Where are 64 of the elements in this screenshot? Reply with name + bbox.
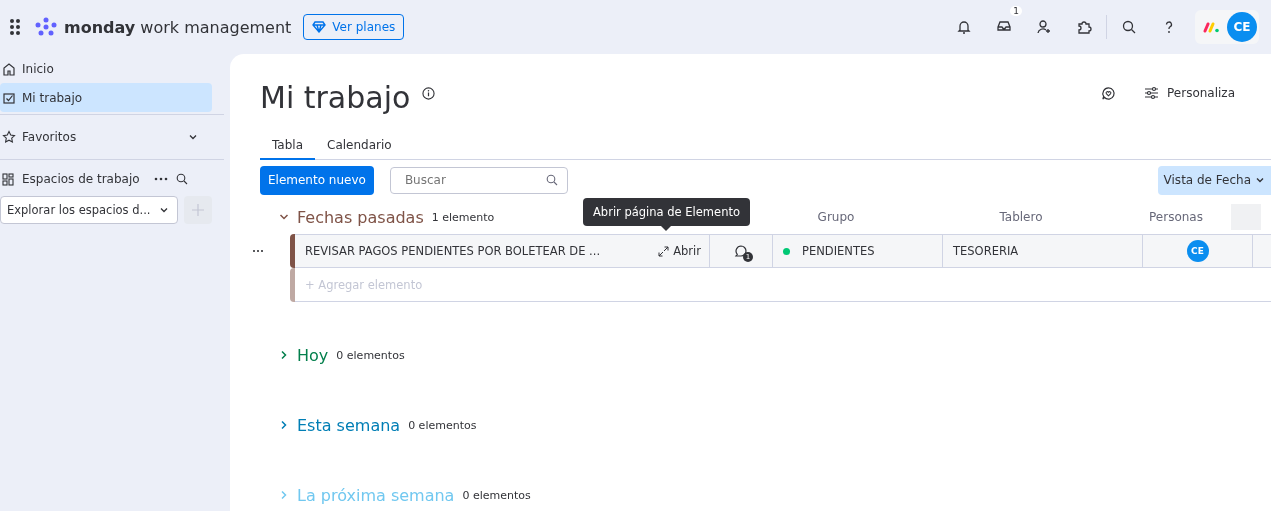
open-item-button[interactable]: Abrir — [658, 244, 701, 258]
group-count: 0 elementos — [462, 488, 531, 502]
logo-icon — [34, 17, 58, 37]
date-view-button[interactable]: Vista de Fecha — [1157, 165, 1271, 195]
feedback-icon[interactable] — [1101, 85, 1116, 101]
sidebar-label: Mi trabajo — [22, 90, 83, 105]
plans-button[interactable]: Ver planes — [303, 14, 405, 40]
workspaces-icon — [2, 172, 14, 186]
sidebar-item[interactable]: Inicio — [0, 54, 212, 83]
column-header: Grupo — [816, 210, 856, 224]
inbox-badge: 1 — [1010, 5, 1022, 16]
group-title[interactable]: Esta semana — [297, 415, 401, 435]
workspace-dropdown[interactable]: Explorar los espacios d... — [0, 196, 178, 224]
expand-icon — [658, 245, 670, 257]
notifications-icon[interactable] — [956, 19, 972, 35]
dropdown-value: Explorar los espacios d... — [7, 203, 151, 217]
more-icon[interactable] — [153, 177, 168, 181]
new-item-button[interactable]: Elemento nuevo — [260, 165, 374, 195]
plus-icon — [191, 203, 205, 217]
workspaces-title: Espacios de trabajo — [22, 172, 140, 186]
sidebar-item[interactable]: Mi trabajo — [0, 83, 212, 112]
group-title[interactable]: Fechas pasadas — [297, 207, 424, 227]
item-name: REVISAR PAGOS PENDIENTES POR BOLETEAR DE ... — [295, 234, 633, 268]
group-count: 0 elementos — [336, 348, 405, 362]
chevron-icon — [1255, 175, 1265, 185]
view-tab[interactable]: Tabla — [260, 132, 315, 160]
page-title: Mi trabajo — [260, 79, 411, 115]
chevron-icon — [188, 132, 198, 142]
tooltip-pointer-icon — [661, 226, 672, 231]
column-header: Tablero — [998, 210, 1044, 224]
apps-grid-icon[interactable] — [10, 18, 20, 36]
tooltip: Abrir página de Elemento — [583, 198, 750, 231]
comment-icon[interactable] — [733, 243, 749, 259]
diamond-icon — [312, 21, 327, 33]
favorites-item[interactable]: Favoritos — [0, 117, 212, 157]
checkbox-icon — [2, 90, 16, 105]
group-count: 1 elemento — [431, 210, 495, 224]
column-header: Personas — [1148, 210, 1204, 224]
search-icon[interactable] — [175, 173, 188, 185]
chevron-icon[interactable] — [279, 420, 289, 430]
info-icon[interactable] — [422, 86, 436, 100]
person-avatar: CE — [1186, 240, 1209, 262]
more-icon[interactable] — [252, 249, 264, 253]
brand-name: monday work management — [64, 17, 292, 37]
chevron-icon — [159, 205, 169, 215]
view-tab[interactable]: Calendario — [315, 132, 404, 160]
customize-button[interactable]: Personaliza — [1138, 85, 1241, 101]
puzzle-icon[interactable] — [1076, 19, 1092, 35]
star-icon — [2, 130, 16, 144]
home-icon — [2, 61, 16, 76]
group-count: 0 elementos — [408, 418, 477, 432]
chevron-icon[interactable] — [279, 350, 289, 360]
sliders-icon — [1144, 86, 1159, 100]
sidebar-label: Inicio — [22, 61, 54, 76]
brand-mark-icon — [1203, 21, 1221, 33]
group-title[interactable]: Hoy — [297, 345, 329, 365]
search-icon — [545, 173, 558, 186]
invite-user-icon[interactable] — [1036, 19, 1052, 35]
sidebar-label: Favoritos — [22, 130, 77, 144]
search-icon[interactable] — [1121, 19, 1137, 35]
group-name: PENDIENTES — [802, 244, 875, 258]
search-field[interactable]: Buscar — [389, 166, 568, 194]
board-name: TESORERIA — [943, 234, 1143, 268]
chevron-icon[interactable] — [279, 212, 289, 222]
